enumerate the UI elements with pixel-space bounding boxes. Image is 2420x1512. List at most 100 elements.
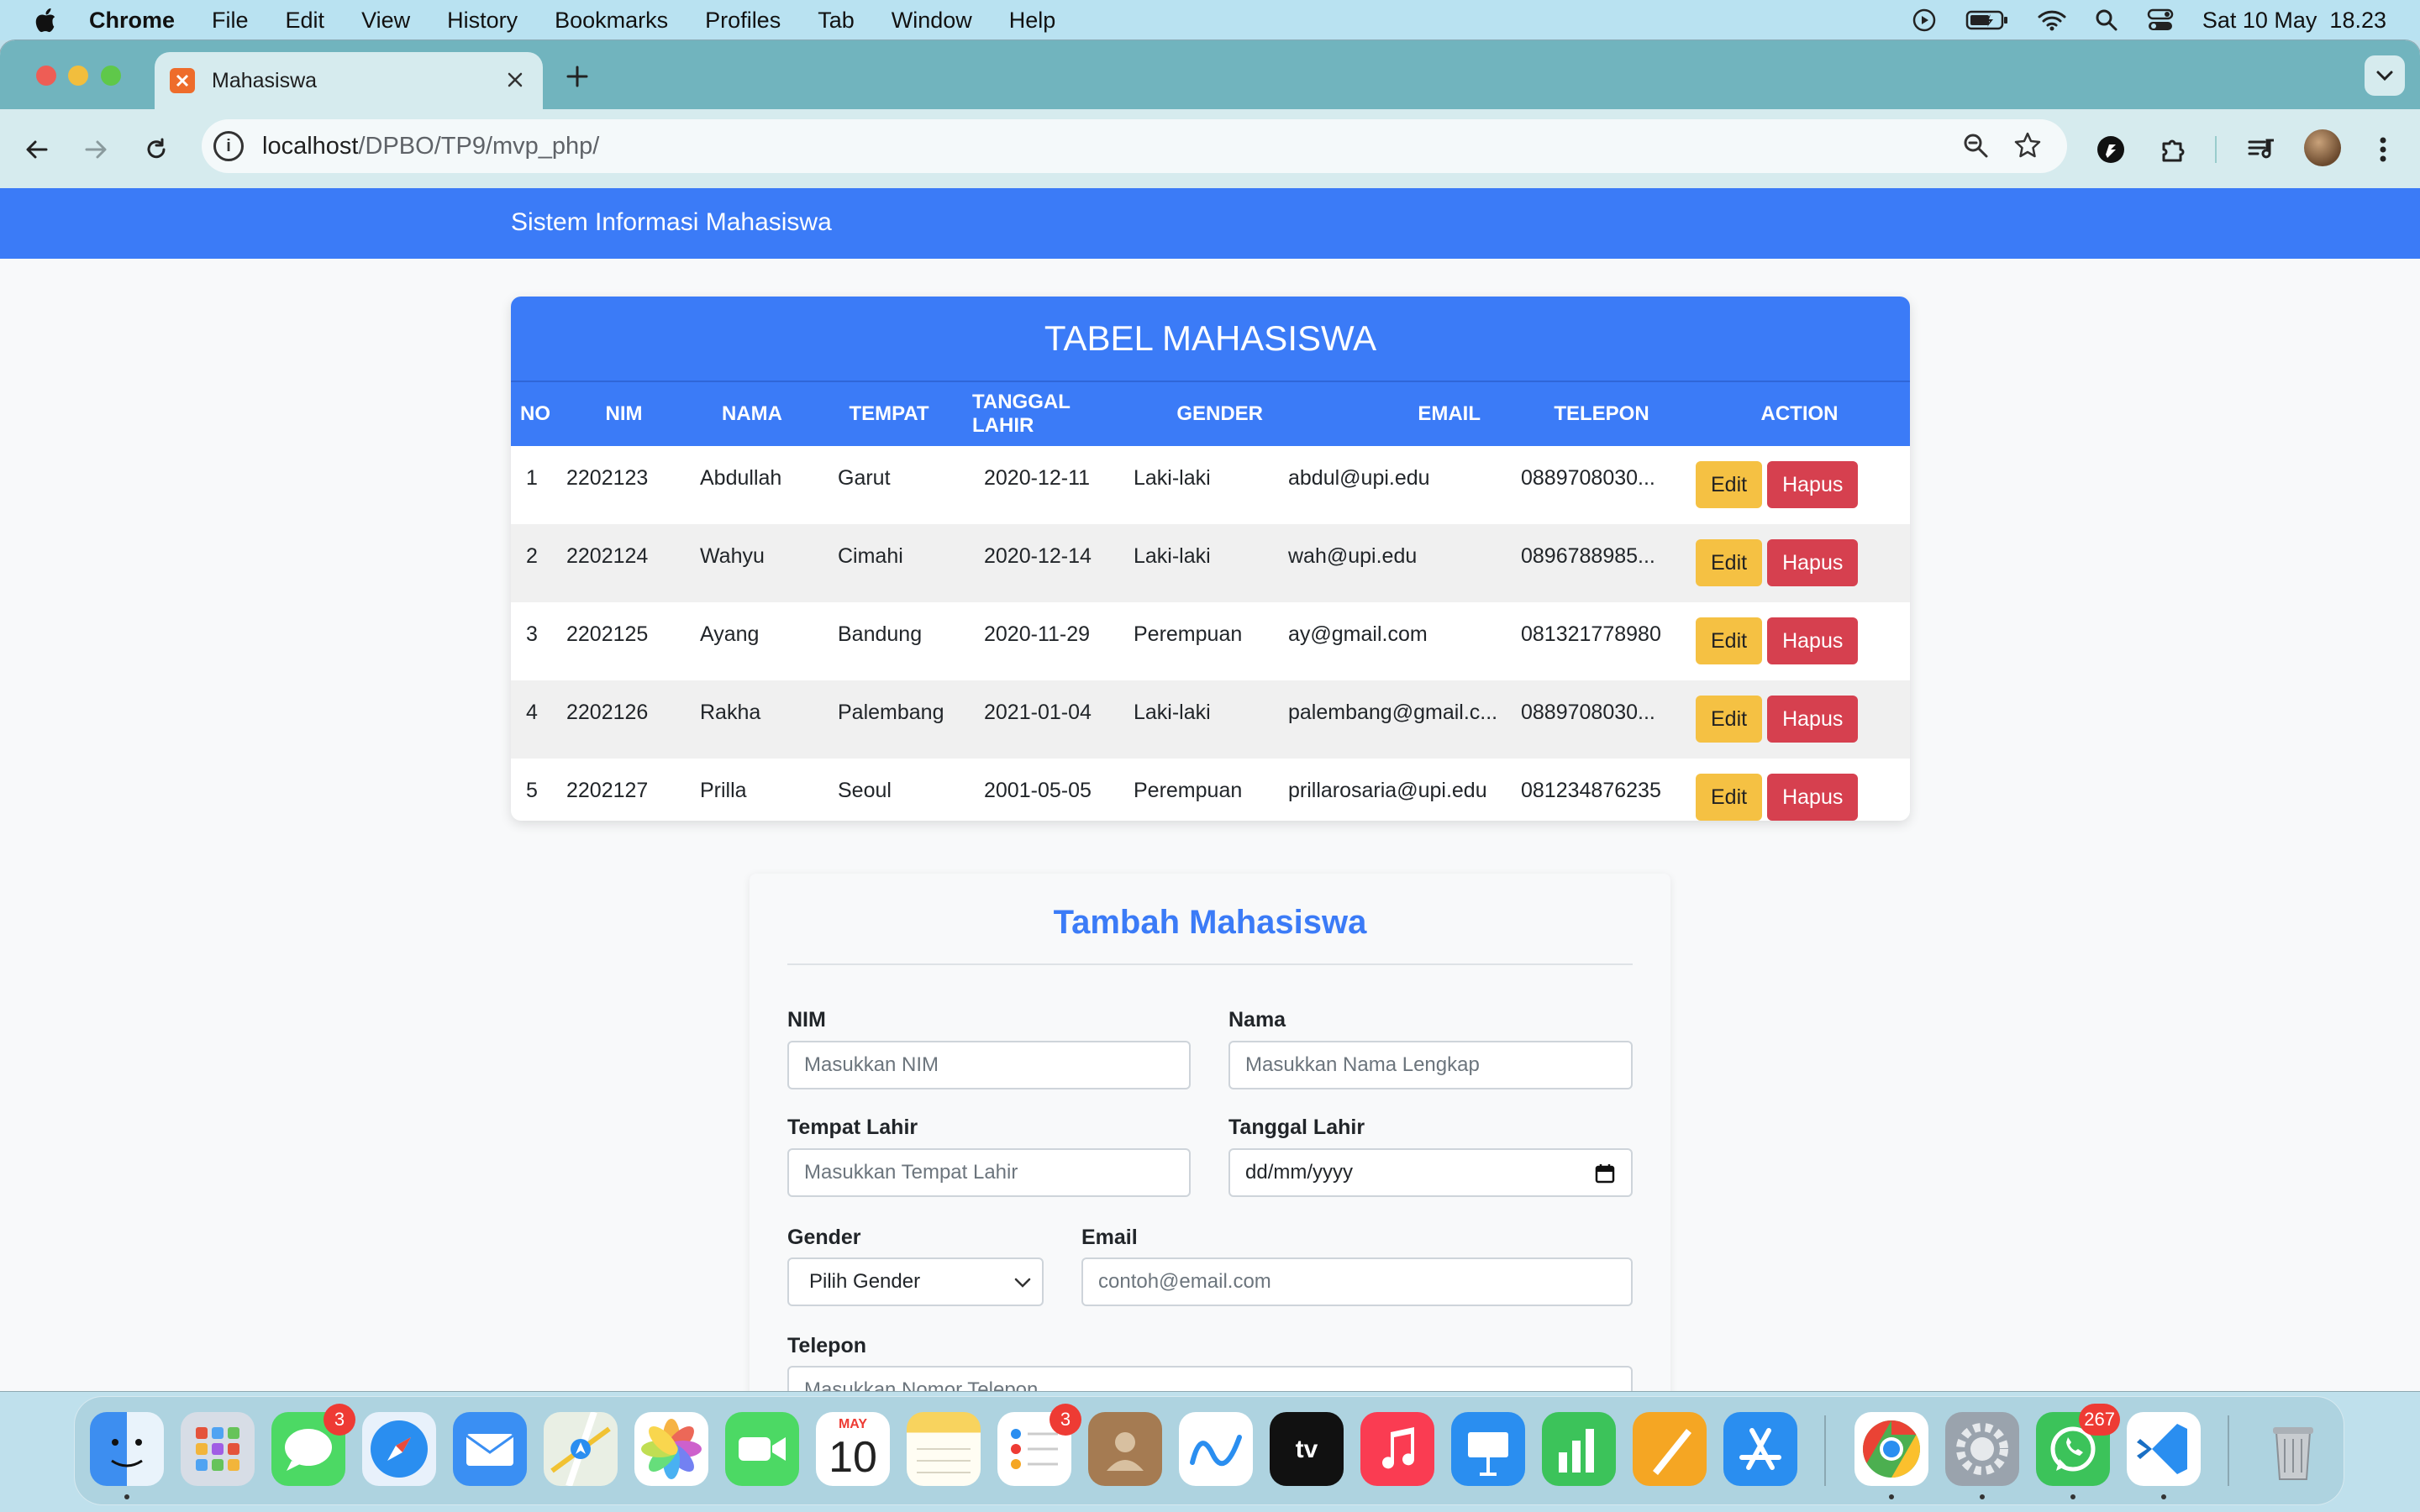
table-row: 2 2202124 Wahyu Cimahi 2020-12-14 Laki-l…	[511, 524, 1910, 602]
profile-avatar[interactable]	[2304, 129, 2341, 166]
window-close-button[interactable]	[36, 66, 56, 86]
window-minimize-button[interactable]	[68, 66, 88, 86]
cell-gender: Laki-laki	[1127, 524, 1281, 602]
url-text[interactable]: localhost/DPBO/TP9/mvp_php/	[262, 133, 599, 160]
spotlight-search-icon[interactable]	[2095, 8, 2118, 32]
cell-tanggal: 2021-01-04	[962, 680, 1127, 759]
navbar-brand[interactable]: Sistem Informasi Mahasiswa	[511, 208, 832, 237]
extension-icon[interactable]	[2094, 133, 2128, 166]
menu-history[interactable]: History	[447, 8, 518, 34]
app-store-icon[interactable]	[1723, 1412, 1797, 1486]
site-info-icon[interactable]: i	[213, 131, 244, 161]
edit-button[interactable]: Edit	[1696, 696, 1763, 743]
delete-button[interactable]: Hapus	[1767, 617, 1859, 664]
delete-button[interactable]: Hapus	[1767, 696, 1859, 743]
browser-toolbar: i localhost/DPBO/TP9/mvp_php/	[0, 109, 2420, 190]
email-input[interactable]: contoh@email.com	[1081, 1257, 1633, 1306]
back-button[interactable]	[22, 134, 52, 165]
chrome-menu-icon[interactable]	[2366, 133, 2400, 166]
reminders-icon[interactable]: 3	[997, 1404, 1081, 1486]
cell-tanggal: 2020-11-29	[984, 622, 1091, 646]
reload-button[interactable]	[141, 134, 171, 165]
menu-app-chrome[interactable]: Chrome	[89, 8, 175, 34]
menu-tab[interactable]: Tab	[818, 8, 855, 34]
photos-icon[interactable]	[634, 1412, 708, 1486]
mail-icon[interactable]	[453, 1412, 527, 1486]
chrome-icon[interactable]	[1854, 1412, 1928, 1486]
tab-mahasiswa[interactable]: Mahasiswa	[155, 52, 543, 109]
telepon-input[interactable]: Masukkan Nomor Telepon	[787, 1366, 1633, 1391]
play-circle-icon[interactable]	[1912, 8, 1937, 33]
finder-icon[interactable]	[90, 1412, 164, 1486]
edit-button[interactable]: Edit	[1696, 617, 1763, 664]
xampp-favicon-icon	[170, 68, 195, 93]
music-icon[interactable]	[1360, 1412, 1434, 1486]
header-telepon: TELEPON	[1514, 381, 1689, 446]
forward-button[interactable]	[81, 134, 111, 165]
menu-file[interactable]: File	[212, 8, 249, 34]
delete-button[interactable]: Hapus	[1767, 774, 1859, 821]
header-no: NO	[511, 381, 560, 446]
tanggal-lahir-input[interactable]: dd/mm/yyyy	[1228, 1148, 1633, 1197]
launchpad-icon[interactable]	[181, 1412, 255, 1486]
apple-tv-icon[interactable]: tv	[1270, 1412, 1344, 1486]
facetime-icon[interactable]	[725, 1412, 799, 1486]
notes-icon[interactable]	[907, 1412, 981, 1486]
tab-strip: Mahasiswa	[0, 40, 2420, 109]
menu-window[interactable]: Window	[892, 8, 972, 34]
nama-input[interactable]: Masukkan Nama Lengkap	[1228, 1041, 1633, 1089]
tab-search-button[interactable]	[2365, 55, 2405, 96]
cell-nama: Wahyu	[688, 524, 816, 602]
battery-icon[interactable]	[1965, 9, 2009, 31]
menubar-clock[interactable]: Sat 10 May 18.23	[2202, 8, 2386, 34]
freeform-icon[interactable]	[1179, 1412, 1253, 1486]
zoom-icon[interactable]	[1961, 131, 1990, 160]
extensions-puzzle-icon[interactable]	[2156, 133, 2190, 166]
tempat-lahir-input[interactable]: Masukkan Tempat Lahir	[787, 1148, 1191, 1197]
gender-select[interactable]: Pilih Gender	[787, 1257, 1044, 1306]
cell-nim: 2202125	[566, 622, 649, 646]
edit-button[interactable]: Edit	[1696, 774, 1763, 821]
window-zoom-button[interactable]	[101, 66, 121, 86]
address-bar[interactable]: i localhost/DPBO/TP9/mvp_php/	[202, 119, 2067, 173]
dock: 3 MAY 10 3 tv 267	[74, 1396, 2344, 1505]
wifi-icon[interactable]	[2038, 9, 2066, 31]
cell-nama: Ayang	[700, 622, 760, 646]
vscode-running-dot	[2161, 1494, 2166, 1499]
bookmark-star-icon[interactable]	[2013, 131, 2042, 160]
menu-edit[interactable]: Edit	[286, 8, 325, 34]
whatsapp-icon[interactable]: 267	[2036, 1404, 2120, 1486]
header-tanggal-lahir: TANGGAL LAHIR	[962, 381, 1127, 446]
system-settings-icon[interactable]	[1945, 1412, 2019, 1486]
cell-telepon: 0896788985...	[1514, 524, 1689, 602]
vscode-icon[interactable]	[2127, 1412, 2201, 1486]
keynote-icon[interactable]	[1451, 1412, 1525, 1486]
edit-button[interactable]: Edit	[1696, 461, 1763, 508]
chevron-down-icon	[2376, 71, 2393, 81]
control-center-icon[interactable]	[2147, 8, 2174, 32]
cell-gender: Perempuan	[1134, 622, 1243, 646]
calendar-app-icon[interactable]: MAY 10	[816, 1412, 890, 1486]
new-tab-icon[interactable]	[565, 64, 590, 89]
apple-icon[interactable]	[34, 8, 57, 33]
nim-input[interactable]: Masukkan NIM	[787, 1041, 1191, 1089]
pages-icon[interactable]	[1633, 1412, 1707, 1486]
calendar-icon[interactable]	[1594, 1163, 1616, 1184]
menu-view[interactable]: View	[361, 8, 410, 34]
menu-help[interactable]: Help	[1009, 8, 1056, 34]
contacts-icon[interactable]	[1088, 1412, 1162, 1486]
media-controls-icon[interactable]	[2245, 133, 2279, 166]
numbers-icon[interactable]	[1542, 1412, 1616, 1486]
cell-email: wah@upi.edu	[1281, 524, 1514, 602]
delete-button[interactable]: Hapus	[1767, 539, 1859, 586]
trash-icon[interactable]	[2256, 1412, 2330, 1486]
menu-bookmarks[interactable]: Bookmarks	[555, 8, 668, 34]
menu-profiles[interactable]: Profiles	[705, 8, 781, 34]
tab-close-icon[interactable]	[504, 69, 526, 91]
safari-icon[interactable]	[362, 1412, 436, 1486]
tab-title: Mahasiswa	[212, 68, 318, 92]
messages-icon[interactable]: 3	[271, 1404, 355, 1486]
delete-button[interactable]: Hapus	[1767, 461, 1859, 508]
maps-icon[interactable]	[544, 1410, 618, 1488]
edit-button[interactable]: Edit	[1696, 539, 1763, 586]
